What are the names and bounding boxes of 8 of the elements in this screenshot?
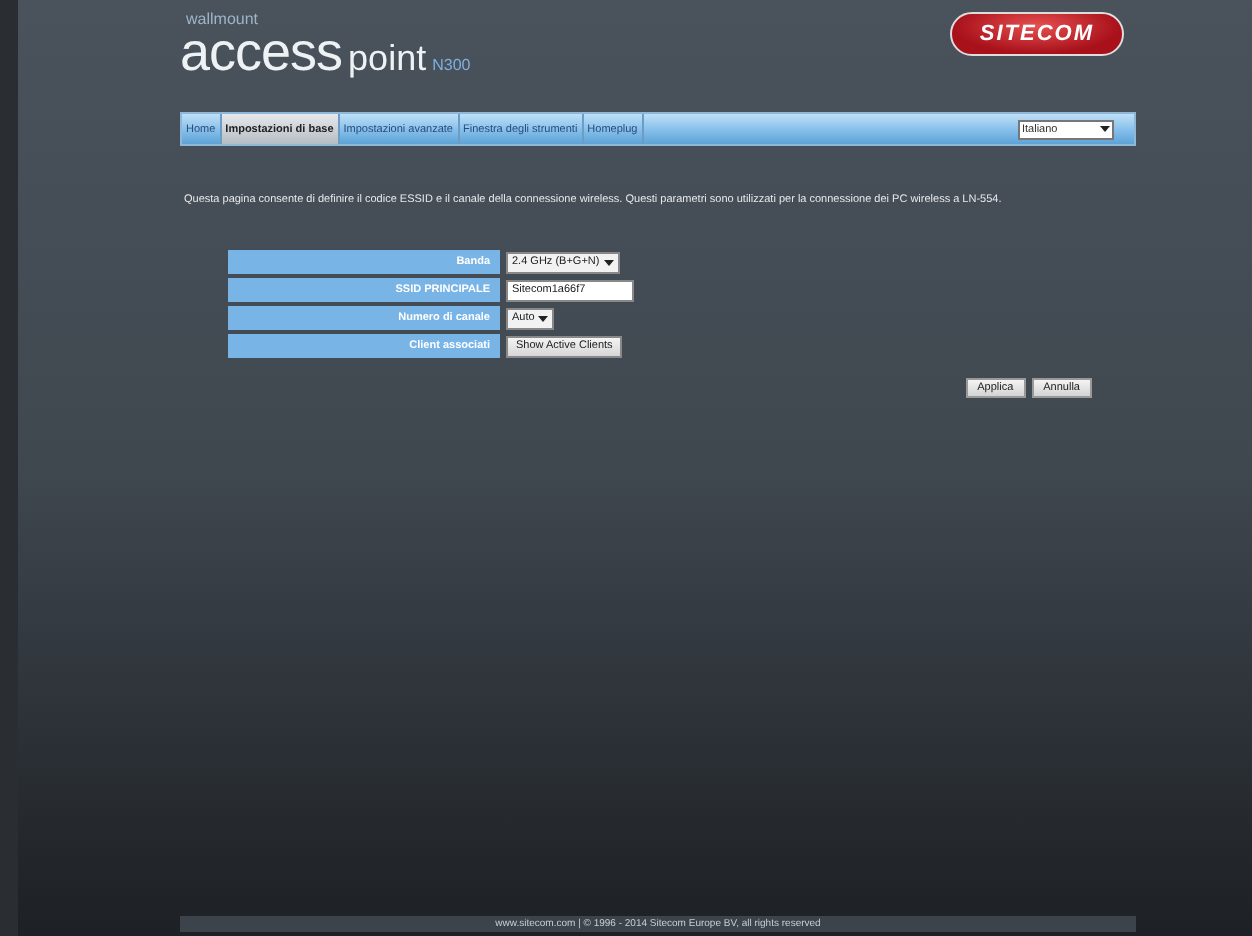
brand-logo: SITECOM (949, 12, 1124, 56)
tagline: wallmount (186, 12, 261, 28)
dropdown-arrow-icon (538, 313, 549, 323)
product-name-suffix: point (348, 36, 427, 82)
product-name: access (180, 28, 343, 76)
dropdown-arrow-icon (603, 257, 614, 267)
model-label: N300 (432, 54, 471, 78)
dropdown-arrow-icon (1100, 124, 1110, 134)
